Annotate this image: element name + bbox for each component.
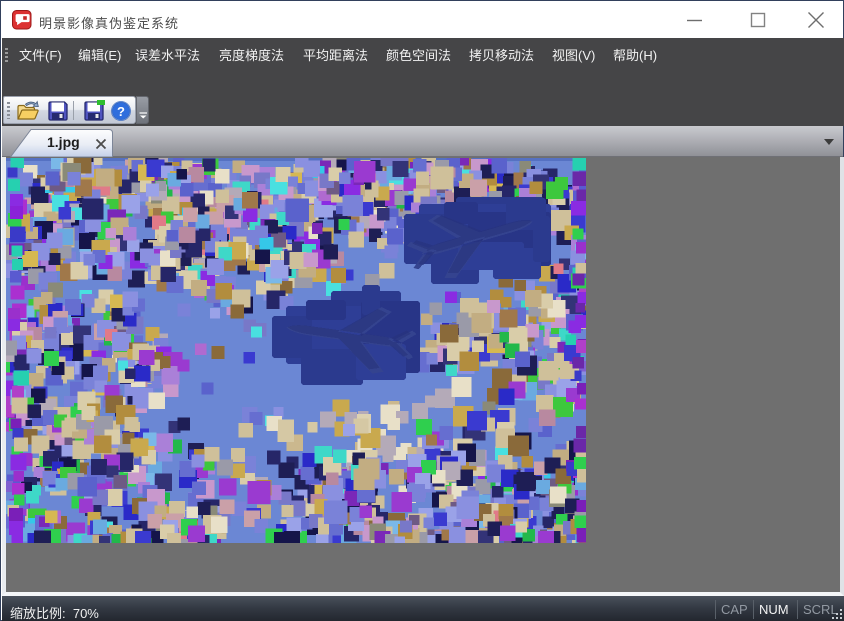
svg-text:?: ?: [117, 104, 125, 119]
